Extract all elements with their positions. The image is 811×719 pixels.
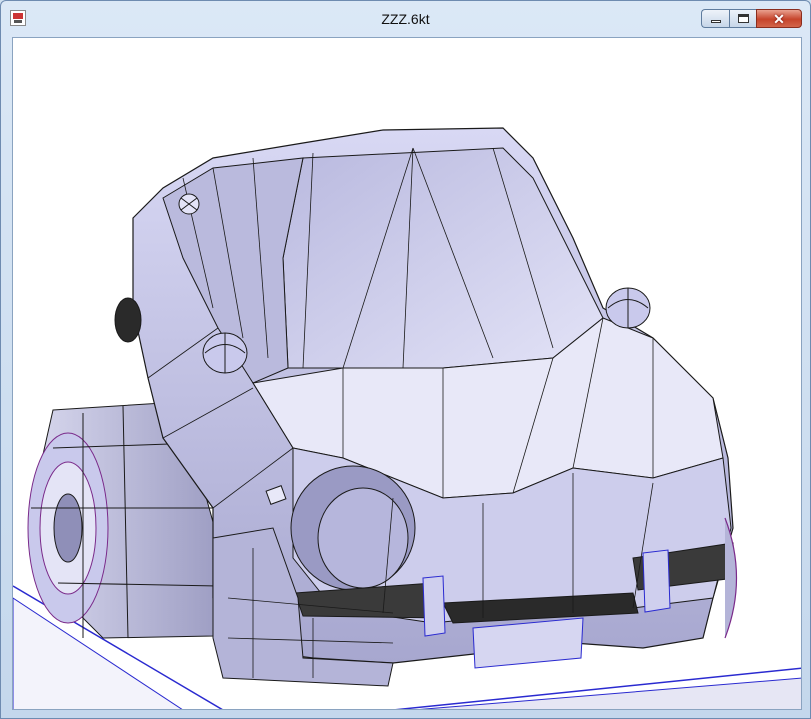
close-button[interactable]: ✕ — [756, 9, 802, 28]
roof-lamp — [178, 193, 200, 215]
minimize-icon — [710, 20, 721, 23]
car-body — [132, 127, 736, 687]
app-window: ZZZ.6kt ✕ — [0, 0, 811, 719]
close-icon: ✕ — [773, 10, 785, 27]
maximize-button[interactable] — [729, 9, 756, 28]
minimize-button[interactable] — [701, 9, 729, 28]
title-bar[interactable]: ZZZ.6kt ✕ — [1, 1, 810, 37]
window-controls: ✕ — [701, 9, 802, 29]
3d-viewport[interactable] — [12, 37, 802, 710]
side-mirror-right — [605, 287, 651, 329]
window-title: ZZZ.6kt — [381, 11, 430, 27]
side-mirror-left — [202, 332, 248, 374]
rear-lamp — [114, 297, 142, 343]
maximize-icon — [737, 14, 749, 23]
car-wireframe-model — [13, 127, 801, 709]
front-right-tire — [724, 517, 738, 639]
